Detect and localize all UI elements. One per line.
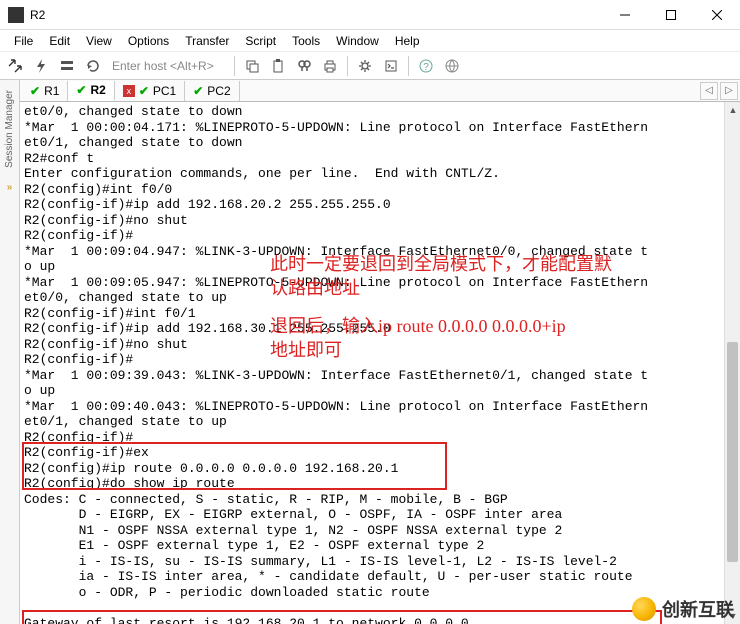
settings-icon[interactable] (354, 55, 376, 77)
session-tab-label: PC2 (207, 84, 230, 98)
menu-tools[interactable]: Tools (284, 32, 328, 50)
menu-help[interactable]: Help (387, 32, 428, 50)
menu-options[interactable]: Options (120, 32, 177, 50)
session-manager-label: Session Manager (4, 90, 15, 168)
session-manager-tab[interactable]: Session Manager » (0, 80, 20, 624)
menu-window[interactable]: Window (328, 32, 387, 50)
find-icon[interactable] (293, 55, 315, 77)
paste-icon[interactable] (267, 55, 289, 77)
menu-edit[interactable]: Edit (41, 32, 78, 50)
close-session-icon: x (123, 85, 135, 97)
connected-icon: ✔ (76, 83, 86, 97)
session-tab-label: R2 (90, 83, 105, 97)
menu-bar: File Edit View Options Transfer Script T… (0, 30, 740, 52)
expand-icon: » (7, 182, 13, 193)
branding-logo-icon (632, 597, 656, 621)
tab-next-button[interactable]: ▷ (720, 82, 738, 100)
branding-text: 创新互联 (662, 596, 734, 622)
toolbar: Enter host <Alt+R> ? (0, 52, 740, 80)
session-tab-label: PC1 (153, 84, 176, 98)
session-tab-pc1[interactable]: x ✔ PC1 (115, 81, 185, 101)
connected-icon: ✔ (193, 84, 203, 98)
menu-script[interactable]: Script (237, 32, 284, 50)
session-tab-r1[interactable]: ✔ R1 (22, 81, 68, 101)
terminal-output[interactable]: et0/0, changed state to down *Mar 1 00:0… (20, 102, 740, 624)
maximize-button[interactable] (648, 0, 694, 30)
branding-watermark: 创新互联 (632, 596, 734, 622)
network-icon[interactable] (441, 55, 463, 77)
window-titlebar: R2 (0, 0, 740, 30)
close-button[interactable] (694, 0, 740, 30)
scroll-thumb[interactable] (727, 342, 738, 562)
script-icon[interactable] (380, 55, 402, 77)
session-tabs: ✔ R1 ✔ R2 x ✔ PC1 ✔ PC2 ◁ ▷ (20, 80, 740, 102)
session-tab-pc2[interactable]: ✔ PC2 (185, 81, 239, 101)
session-tab-r2[interactable]: ✔ R2 (68, 81, 114, 101)
copy-icon[interactable] (241, 55, 263, 77)
menu-file[interactable]: File (6, 32, 41, 50)
host-input[interactable]: Enter host <Alt+R> (108, 57, 228, 75)
connected-icon: ✔ (139, 84, 149, 98)
window-title: R2 (30, 8, 45, 22)
session-tab-label: R1 (44, 84, 59, 98)
tab-prev-button[interactable]: ◁ (700, 82, 718, 100)
menu-transfer[interactable]: Transfer (177, 32, 237, 50)
lightning-icon[interactable] (30, 55, 52, 77)
options-icon[interactable] (56, 55, 78, 77)
app-icon (8, 7, 24, 23)
connected-icon: ✔ (30, 84, 40, 98)
menu-view[interactable]: View (78, 32, 120, 50)
reconnect-icon[interactable] (82, 55, 104, 77)
help-icon[interactable]: ? (415, 55, 437, 77)
print-icon[interactable] (319, 55, 341, 77)
scroll-up-button[interactable]: ▲ (725, 102, 740, 118)
quick-connect-icon[interactable] (4, 55, 26, 77)
svg-text:?: ? (423, 62, 429, 73)
terminal-scrollbar[interactable]: ▲ ▼ (724, 102, 740, 624)
minimize-button[interactable] (602, 0, 648, 30)
